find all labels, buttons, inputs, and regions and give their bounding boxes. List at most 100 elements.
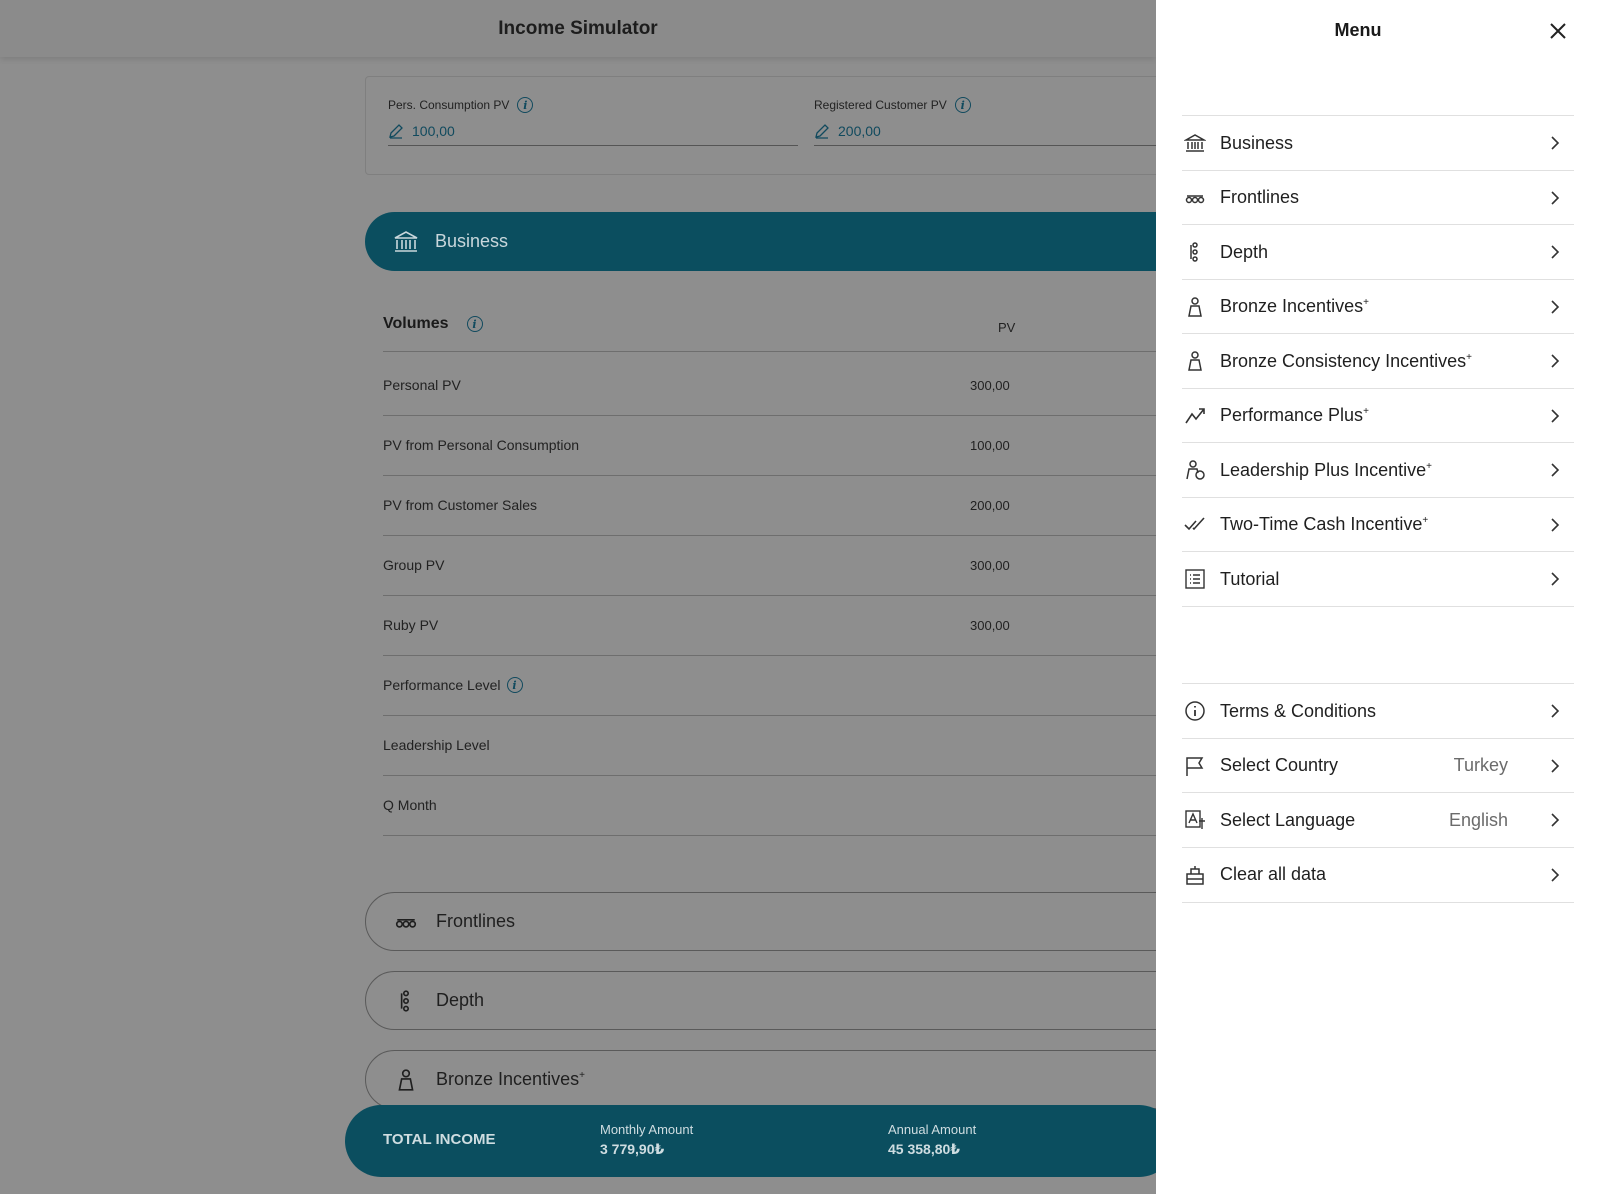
pv-column-header: PV bbox=[998, 320, 1016, 335]
chevron-right-icon bbox=[1551, 190, 1560, 205]
menu-item-leadership-plus-incentive[interactable]: Leadership Plus Incentive+ bbox=[1182, 442, 1574, 497]
chevron-right-icon bbox=[1551, 245, 1560, 259]
person-icon bbox=[1188, 296, 1202, 317]
registered-customer-value: 200,00 bbox=[838, 123, 881, 139]
divider bbox=[383, 535, 1156, 536]
chevron-right-icon bbox=[1551, 813, 1560, 827]
divider bbox=[383, 595, 1156, 596]
menu-item-two-time-cash-incentive[interactable]: Two-Time Cash Incentive+ bbox=[1182, 496, 1574, 552]
divider bbox=[383, 351, 1156, 352]
divider bbox=[383, 835, 1156, 836]
registered-customer-field: Registered Customer PV i 200,00 bbox=[814, 97, 1156, 146]
chevron-right-icon bbox=[1551, 299, 1560, 314]
menu-item-business[interactable]: Business bbox=[1182, 115, 1574, 170]
menu-title: Menu bbox=[1334, 20, 1382, 40]
menu-item-depth[interactable]: Depth bbox=[1182, 224, 1574, 279]
registered-customer-input[interactable]: 200,00 bbox=[814, 123, 1156, 146]
menu-item-label: Clear all data bbox=[1220, 864, 1327, 884]
menu-item-label: Select Country bbox=[1220, 755, 1339, 775]
table-row-value: 100,00 bbox=[970, 438, 1010, 453]
menu-item-frontlines[interactable]: Frontlines bbox=[1182, 169, 1574, 225]
menu-item-label: Two-Time Cash Incentive+ bbox=[1220, 514, 1429, 534]
trend-icon bbox=[1185, 407, 1205, 423]
section-depth[interactable]: Depth bbox=[365, 971, 1156, 1030]
table-row-label: Personal PV bbox=[383, 377, 461, 393]
table-row-value: 300,00 bbox=[970, 558, 1010, 573]
section-frontlines[interactable]: Frontlines bbox=[365, 892, 1156, 951]
pers-consumption-field: Pers. Consumption PV i 100,00 bbox=[388, 97, 798, 146]
pers-consumption-value: 100,00 bbox=[412, 123, 455, 139]
info-icon[interactable]: i bbox=[466, 316, 483, 332]
menu-item-clear-all-data[interactable]: Clear all data bbox=[1182, 846, 1574, 903]
frontlines-icon bbox=[395, 918, 417, 928]
page-title: Income Simulator bbox=[498, 18, 658, 39]
chevron-right-icon bbox=[1551, 704, 1560, 718]
chevron-right-icon bbox=[1551, 463, 1560, 477]
pers-consumption-input[interactable]: 100,00 bbox=[388, 123, 798, 146]
total-income-label: TOTAL INCOME bbox=[383, 1131, 496, 1148]
menu-item-label: Select Language bbox=[1220, 809, 1356, 830]
main-content: Income Simulator Pers. Consumption PV i … bbox=[0, 0, 1156, 1194]
chevron-right-icon bbox=[1551, 408, 1560, 423]
pencil-icon bbox=[389, 124, 403, 139]
menu-item-label: Business bbox=[1220, 132, 1294, 153]
menu-item-bronze-incentives[interactable]: Bronze Incentives+ bbox=[1182, 278, 1574, 334]
table-row-label: Performance Level i bbox=[383, 677, 523, 693]
frontlines-icon bbox=[1185, 194, 1205, 203]
chevron-right-icon bbox=[1551, 572, 1560, 586]
language-icon bbox=[1185, 810, 1205, 829]
table-row-label: Leadership Level bbox=[383, 737, 490, 753]
info-icon[interactable]: i bbox=[506, 677, 523, 693]
depth-icon bbox=[1190, 242, 1198, 262]
pencil-icon bbox=[815, 124, 829, 139]
info-icon bbox=[1185, 701, 1205, 721]
menu-item-label: Frontlines bbox=[1220, 187, 1300, 207]
menu-item-select-country[interactable]: Select Country Turkey bbox=[1182, 737, 1574, 793]
volumes-heading: Volumes i bbox=[383, 315, 483, 333]
divider bbox=[383, 475, 1156, 476]
menu-item-value: Turkey bbox=[1453, 755, 1508, 775]
list-icon bbox=[1185, 569, 1205, 589]
table-row-value: 300,00 bbox=[970, 618, 1010, 633]
menu-item-label: Leadership Plus Incentive+ bbox=[1220, 459, 1432, 480]
section-bronze-incentives[interactable]: Bronze Incentives+ bbox=[365, 1050, 1156, 1109]
depth-icon bbox=[400, 989, 409, 1012]
annual-amount: Annual Amount 45 358,80₺ bbox=[888, 1122, 977, 1157]
inputs-card: Pers. Consumption PV i 100,00 Registered… bbox=[365, 76, 1156, 175]
menu-item-label: Bronze Consistency Incentives+ bbox=[1220, 350, 1472, 371]
close-icon[interactable] bbox=[1546, 19, 1570, 43]
info-icon[interactable]: i bbox=[954, 97, 971, 113]
menu-item-select-language[interactable]: Select Language English bbox=[1182, 792, 1574, 847]
menu-item-value: English bbox=[1448, 809, 1508, 830]
pers-consumption-label: Pers. Consumption PV bbox=[388, 98, 510, 112]
table-row-label: PV from Customer Sales bbox=[383, 497, 538, 513]
person-star-icon bbox=[1186, 460, 1205, 480]
chevron-right-icon bbox=[1551, 758, 1560, 773]
top-bar: Income Simulator bbox=[0, 0, 1156, 57]
monthly-amount: Monthly Amount 3 779,90₺ bbox=[600, 1122, 694, 1157]
bank-icon bbox=[394, 230, 418, 252]
menu-item-label: Tutorial bbox=[1220, 568, 1280, 589]
table-row-label: Ruby PV bbox=[383, 617, 439, 633]
menu-item-label: Depth bbox=[1220, 241, 1269, 262]
double-check-icon bbox=[1184, 516, 1205, 530]
flag-icon bbox=[1186, 756, 1204, 776]
divider bbox=[383, 415, 1156, 416]
table-row-label: PV from Personal Consumption bbox=[383, 437, 580, 453]
registered-customer-label: Registered Customer PV bbox=[814, 98, 947, 112]
menu-item-tutorial[interactable]: Tutorial bbox=[1182, 551, 1574, 607]
chevron-right-icon bbox=[1551, 867, 1560, 882]
menu-item-terms-conditions[interactable]: Terms & Conditions bbox=[1182, 683, 1574, 738]
divider bbox=[383, 775, 1156, 776]
table-row-value: 200,00 bbox=[970, 498, 1010, 513]
menu-item-bronze-consistency-incentives[interactable]: Bronze Consistency Incentives+ bbox=[1182, 333, 1574, 388]
table-row-label: Group PV bbox=[383, 557, 445, 573]
table-row-value: 300,00 bbox=[970, 378, 1010, 393]
menu-item-performance-plus[interactable]: Performance Plus+ bbox=[1182, 387, 1574, 443]
menu-item-label: Bronze Incentives+ bbox=[1220, 296, 1369, 316]
person-icon bbox=[1188, 351, 1202, 371]
bank-icon bbox=[1184, 134, 1206, 152]
total-income-bar: TOTAL INCOME Monthly Amount 3 779,90₺ An… bbox=[345, 1105, 1156, 1177]
info-icon[interactable]: i bbox=[517, 97, 534, 113]
business-section-header[interactable]: Business bbox=[365, 212, 1156, 271]
